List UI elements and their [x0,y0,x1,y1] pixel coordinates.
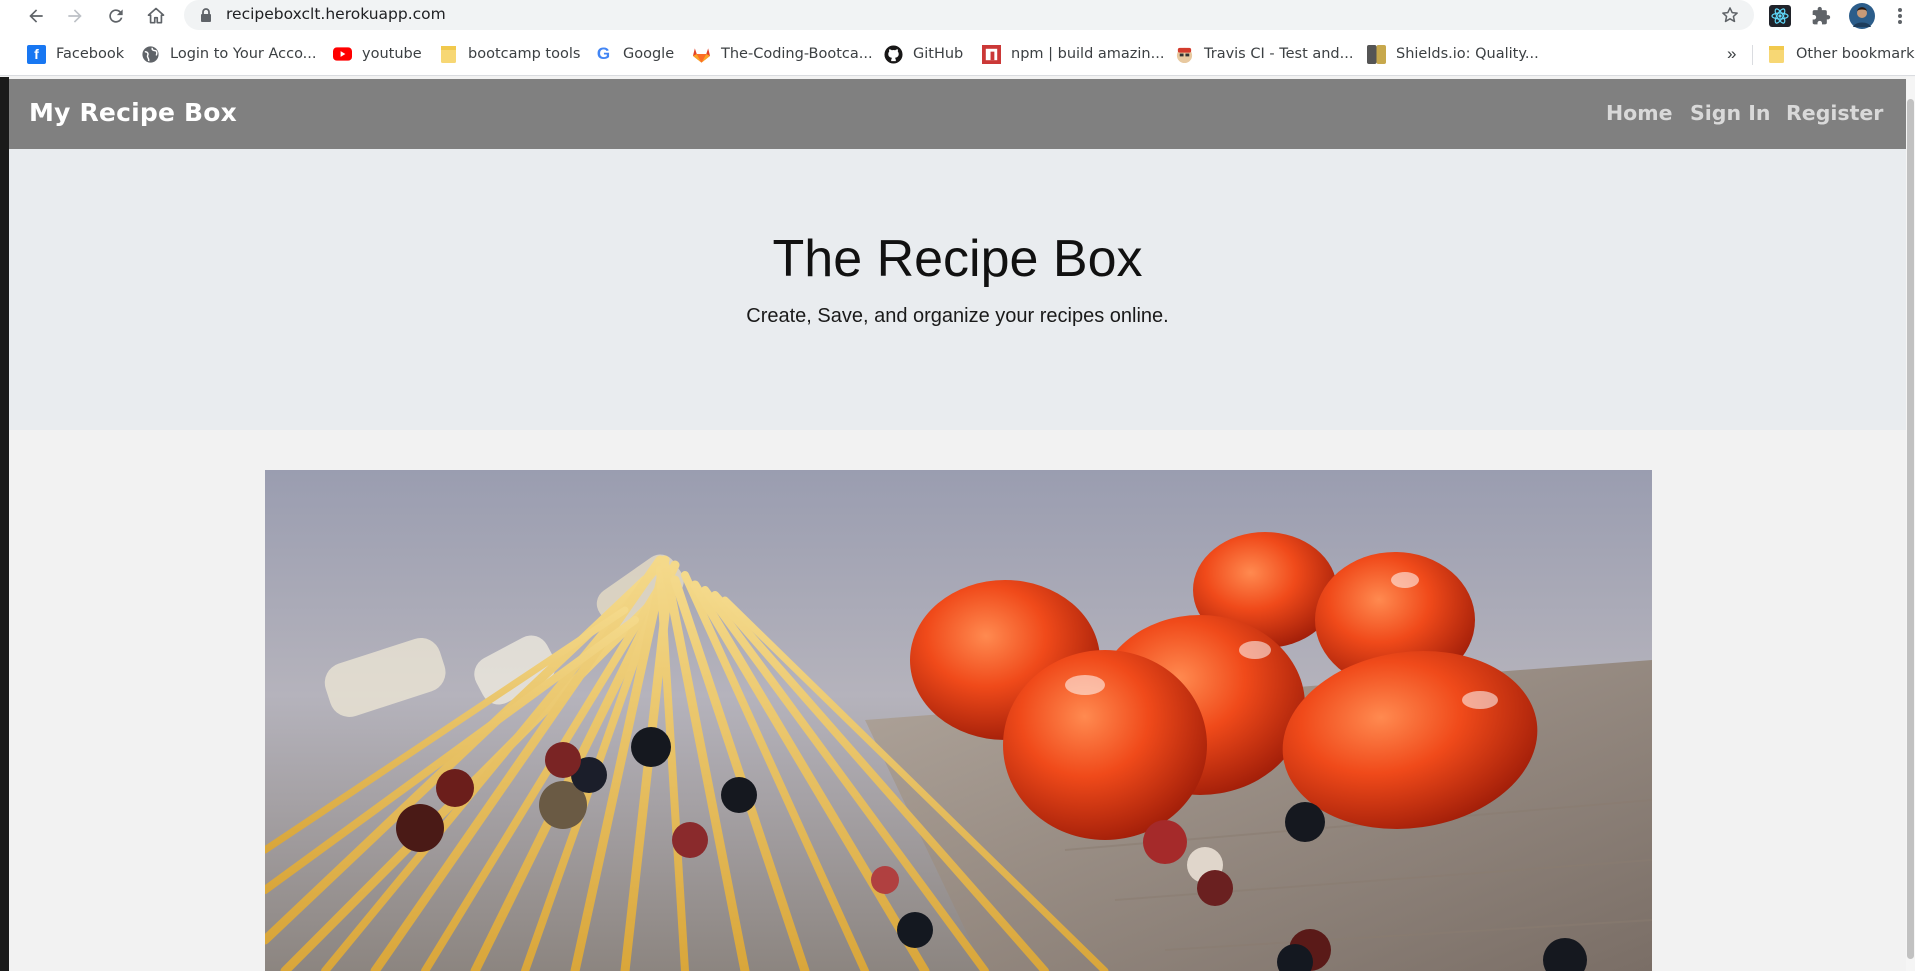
youtube-icon [333,45,352,64]
shields-icon [1367,44,1386,64]
bookmarks-overflow-button[interactable]: » [1727,44,1736,64]
lock-icon [201,8,211,22]
bookmark-login[interactable]: Login to Your Acco... [141,42,317,66]
bookmark-label: youtube [362,46,422,62]
bookmark-label: Facebook [56,46,125,62]
bookmark-label: Shields.io: Quality... [1396,46,1539,62]
forward-button[interactable] [63,4,87,28]
browser-toolbar: recipeboxclt.herokuapp.com [0,0,1915,32]
bookmark-star-icon[interactable] [1720,5,1740,25]
address-bar[interactable]: recipeboxclt.herokuapp.com [184,0,1754,30]
bookmark-label: Login to Your Acco... [170,46,317,62]
bookmark-facebook[interactable]: f Facebook [27,42,124,66]
hero-title: The Recipe Box [772,230,1143,288]
puzzle-icon [1812,6,1831,25]
page-viewport: My Recipe Box Home Sign In Register The … [0,77,1915,971]
folder-icon [439,45,458,64]
bookmark-gitlab[interactable]: The-Coding-Bootca... [692,42,873,66]
bookmark-npm[interactable]: npm | build amazin... [982,42,1164,66]
github-icon [884,44,903,64]
home-button[interactable] [144,4,168,28]
travis-icon [1175,45,1194,64]
window-edge [0,77,9,971]
react-devtools-extension[interactable] [1767,3,1793,29]
bookmark-google[interactable]: G Google [594,42,674,66]
bookmarks-separator [1752,45,1753,65]
gitlab-icon [692,45,711,64]
bookmarks-bar: f Facebook Login to Your Acco... youtube… [0,32,1915,76]
arrow-left-icon [29,9,43,23]
bookmark-label: The-Coding-Bootca... [721,46,873,62]
nav-register-link[interactable]: Register [1786,101,1883,125]
extensions-button[interactable] [1808,3,1834,29]
scrollbar-thumb[interactable] [1907,99,1914,959]
browser-menu-button[interactable] [1890,3,1910,29]
bookmark-youtube[interactable]: youtube [333,42,422,66]
react-icon [1769,5,1791,27]
home-icon [147,7,165,24]
bookmark-label: npm | build amazin... [1011,46,1165,62]
npm-icon [982,44,1001,64]
back-button[interactable] [24,4,48,28]
arrow-right-icon [68,9,82,23]
bookmark-label: Other bookmarks [1796,46,1915,62]
avatar-icon [1849,3,1875,29]
folder-icon [1767,45,1786,64]
reload-button[interactable] [104,4,128,28]
bookmark-label: GitHub [913,46,964,62]
url-text: recipeboxclt.herokuapp.com [226,5,446,23]
bookmark-github[interactable]: GitHub [884,42,963,66]
more-vert-icon [1898,8,1902,24]
hero-food-image [265,470,1652,971]
site-brand-link[interactable]: My Recipe Box [29,98,237,127]
globe-icon [141,45,160,64]
reload-icon [109,9,123,23]
other-bookmarks-folder[interactable]: Other bookmarks [1767,42,1915,66]
nav-home-link[interactable]: Home [1606,101,1673,125]
nav-sign-in-link[interactable]: Sign In [1690,101,1770,125]
hero-jumbotron: The Recipe Box Create, Save, and organiz… [9,149,1906,430]
site-navbar: My Recipe Box Home Sign In Register [9,79,1906,149]
bookmark-travis[interactable]: Travis CI - Test and... [1175,42,1353,66]
page-scrollbar[interactable] [1906,77,1915,971]
facebook-icon: f [27,44,46,64]
bookmark-label: Travis CI - Test and... [1204,46,1354,62]
google-icon: G [596,44,611,63]
bookmark-shields[interactable]: Shields.io: Quality... [1367,42,1539,66]
bookmark-folder-bootcamp[interactable]: bootcamp tools [439,42,580,66]
bookmark-label: Google [623,46,675,62]
profile-avatar[interactable] [1849,3,1875,29]
hero-subtitle: Create, Save, and organize your recipes … [746,305,1169,327]
bookmark-label: bootcamp tools [468,46,581,62]
